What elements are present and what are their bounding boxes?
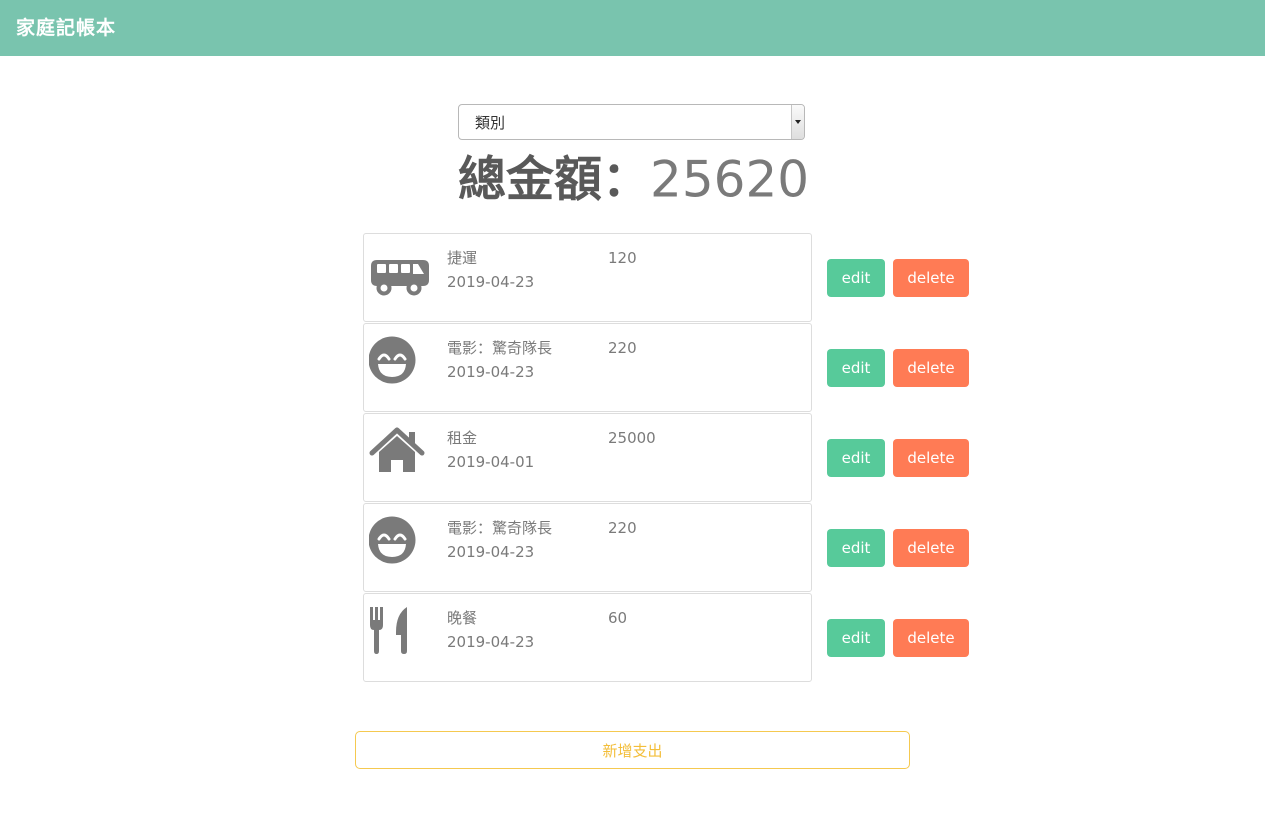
total-value: 25620 [650, 150, 810, 209]
expense-name: 電影：驚奇隊長 [447, 519, 553, 537]
category-select[interactable]: 類別 [458, 104, 805, 140]
bus-icon [369, 244, 431, 304]
edit-button[interactable]: edit [827, 439, 885, 477]
edit-button[interactable]: edit [827, 259, 885, 297]
expense-amount: 220 [608, 519, 637, 537]
delete-button[interactable]: delete [893, 349, 969, 387]
expense-card: 電影：驚奇隊長 2019-04-23 220 [363, 503, 812, 592]
expense-card: 租金 2019-04-01 25000 [363, 413, 812, 502]
add-expense-button[interactable]: 新增支出 [355, 731, 910, 769]
expense-date: 2019-04-23 [447, 363, 535, 381]
smile-icon [368, 334, 431, 394]
edit-button[interactable]: edit [827, 349, 885, 387]
category-select-value: 類別 [475, 114, 506, 132]
expense-card: 晚餐 2019-04-23 60 [363, 593, 812, 682]
expense-name: 租金 [447, 429, 478, 447]
expense-amount: 60 [608, 609, 628, 627]
expense-name: 晚餐 [447, 609, 478, 627]
edit-button[interactable]: edit [827, 529, 885, 567]
home-icon [369, 424, 431, 484]
smile-icon [368, 514, 431, 574]
expense-amount: 220 [608, 339, 637, 357]
expense-amount: 120 [608, 249, 637, 267]
total-label: 總金額： [458, 151, 651, 208]
expense-name: 捷運 [447, 249, 478, 267]
delete-button[interactable]: delete [893, 259, 969, 297]
expense-date: 2019-04-01 [447, 453, 535, 471]
expense-date: 2019-04-23 [447, 633, 535, 651]
expense-date: 2019-04-23 [447, 273, 535, 291]
total-amount: 總金額：25620 [458, 148, 809, 210]
delete-button[interactable]: delete [893, 439, 969, 477]
expense-card: 電影：驚奇隊長 2019-04-23 220 [363, 323, 812, 412]
utensils-icon [369, 604, 431, 664]
edit-button[interactable]: edit [827, 619, 885, 657]
expense-card: 捷運 2019-04-23 120 [363, 233, 812, 322]
expense-amount: 25000 [608, 429, 656, 447]
navbar: 家庭記帳本 [0, 0, 1265, 56]
delete-button[interactable]: delete [893, 529, 969, 567]
delete-button[interactable]: delete [893, 619, 969, 657]
app-title[interactable]: 家庭記帳本 [16, 15, 116, 41]
expense-name: 電影：驚奇隊長 [447, 339, 553, 357]
select-arrow-icon[interactable] [791, 105, 804, 139]
expense-date: 2019-04-23 [447, 543, 535, 561]
